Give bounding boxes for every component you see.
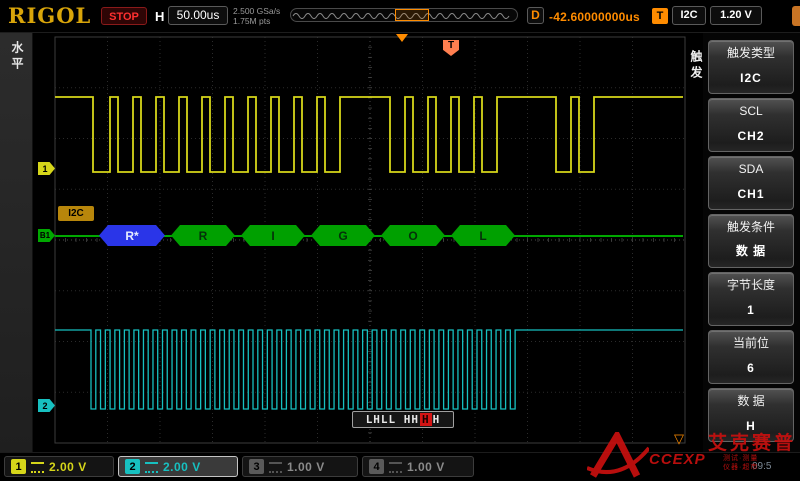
menu-item-4[interactable]: 触发条件数 据 <box>708 214 794 268</box>
menu-item-5[interactable]: 字节长度 1 <box>708 272 794 326</box>
coupling-dc-icon <box>389 462 402 473</box>
coupling-dc-icon <box>269 462 282 473</box>
run-state-badge: STOP <box>101 7 147 25</box>
menu-item-label: 触发类型 <box>727 47 775 60</box>
trigger-type-readout: I2C <box>672 6 706 25</box>
channel-4-readout[interactable]: 4 1.00 V <box>362 456 474 477</box>
channel1-marker[interactable]: 1 <box>38 162 55 175</box>
footer-bar: 1 2.00 V 2 2.00 V 3 1.00 V 4 1.00 V 09:5 <box>0 452 800 481</box>
coupling-dc-icon <box>145 462 158 473</box>
acquisition-info: 2.500 GSa/s 1.75M pts <box>233 6 280 26</box>
menu-item-value: 6 <box>747 361 755 375</box>
decode-byte: R* <box>99 225 165 246</box>
menu-item-label: SCL <box>739 105 762 118</box>
channel-number-badge: 3 <box>249 459 264 474</box>
trigger-flag-icon[interactable]: T <box>443 40 459 56</box>
pattern-before: LHLL HH <box>366 413 419 426</box>
menu-item-3[interactable]: SDA CH1 <box>708 156 794 210</box>
memory-depth: 1.75M pts <box>233 16 280 26</box>
pattern-after: H <box>433 413 441 426</box>
menu-item-label: SDA <box>739 163 764 176</box>
pattern-selected-bit: H <box>420 413 432 426</box>
channel-scale: 2.00 V <box>49 460 87 474</box>
decode-byte: L <box>451 225 515 246</box>
menu-item-value: H <box>746 419 756 433</box>
menu-item-7[interactable]: 数 据 H <box>708 388 794 442</box>
trigger-menu-title: 触发 <box>688 50 705 82</box>
menu-item-value: 1 <box>747 303 755 317</box>
channel-1-readout[interactable]: 1 2.00 V <box>4 456 114 477</box>
horizontal-label: H <box>155 9 164 24</box>
decode-byte: G <box>311 225 375 246</box>
menu-item-2[interactable]: SCL CH2 <box>708 98 794 152</box>
horizontal-panel-title: 水平 <box>9 41 26 73</box>
channel-scale: 1.00 V <box>407 460 445 474</box>
channel-number-badge: 2 <box>125 459 140 474</box>
menu-item-value: CH1 <box>737 187 764 201</box>
rigol-logo: RIGOL <box>8 3 91 28</box>
left-sidebar: 水平 <box>0 32 33 452</box>
channel-number-badge: 1 <box>11 459 26 474</box>
menu-item-6[interactable]: 当前位 6 <box>708 330 794 384</box>
trigger-position-arrow-icon[interactable] <box>396 34 408 42</box>
clock-readout: 09:5 <box>752 461 771 472</box>
channel-scale: 2.00 V <box>163 460 201 474</box>
menu-item-value: I2C <box>740 71 762 85</box>
menu-item-label: 触发条件 <box>727 221 775 234</box>
sample-rate: 2.500 GSa/s <box>233 6 280 16</box>
decode-byte: R <box>171 225 235 246</box>
trigger-level-readout: 1.20 V <box>710 6 762 25</box>
menu-item-label: 当前位 <box>733 337 769 350</box>
channel-3-readout[interactable]: 3 1.00 V <box>242 456 358 477</box>
channel-scale: 1.00 V <box>287 460 325 474</box>
trigger-icon: T <box>652 8 668 24</box>
bus1-marker[interactable]: B1 <box>38 229 55 242</box>
header-bar: RIGOL STOP H 50.00us 2.500 GSa/s 1.75M p… <box>0 0 800 33</box>
data-pattern-readout: LHLL HHHH <box>352 411 454 428</box>
menu-item-label: 数 据 <box>737 395 764 408</box>
decode-byte: O <box>381 225 445 246</box>
display-window-marker[interactable] <box>395 9 429 21</box>
trigger-menu-items: 触发类型I2CSCLCH2SDACH1触发条件数 据字节长度1当前位6数 据H <box>708 40 794 442</box>
channel-2-readout[interactable]: 2 2.00 V <box>118 456 238 477</box>
menu-item-1[interactable]: 触发类型 I2C <box>708 40 794 94</box>
decode-byte: I <box>241 225 305 246</box>
i2c-bus-tag: I2C <box>58 206 94 221</box>
channel2-marker[interactable]: 2 <box>38 399 55 412</box>
oscilloscope-screen: RIGOL STOP H 50.00us 2.500 GSa/s 1.75M p… <box>0 0 800 480</box>
menu-item-value: CH2 <box>737 129 764 143</box>
timebase-readout: 50.00us <box>168 6 228 25</box>
menu-item-value: 数 据 <box>736 242 766 259</box>
memory-position-bar[interactable] <box>290 8 518 22</box>
menu-item-label: 字节长度 <box>727 279 775 292</box>
trigger-level-offscreen-icon: ▽ <box>674 431 684 447</box>
coupling-dc-icon <box>31 462 44 473</box>
delay-offset-readout: -42.60000000us <box>549 10 640 24</box>
menu-edge-tab[interactable] <box>792 6 800 26</box>
delay-label: D <box>527 7 544 24</box>
channel-number-badge: 4 <box>369 459 384 474</box>
